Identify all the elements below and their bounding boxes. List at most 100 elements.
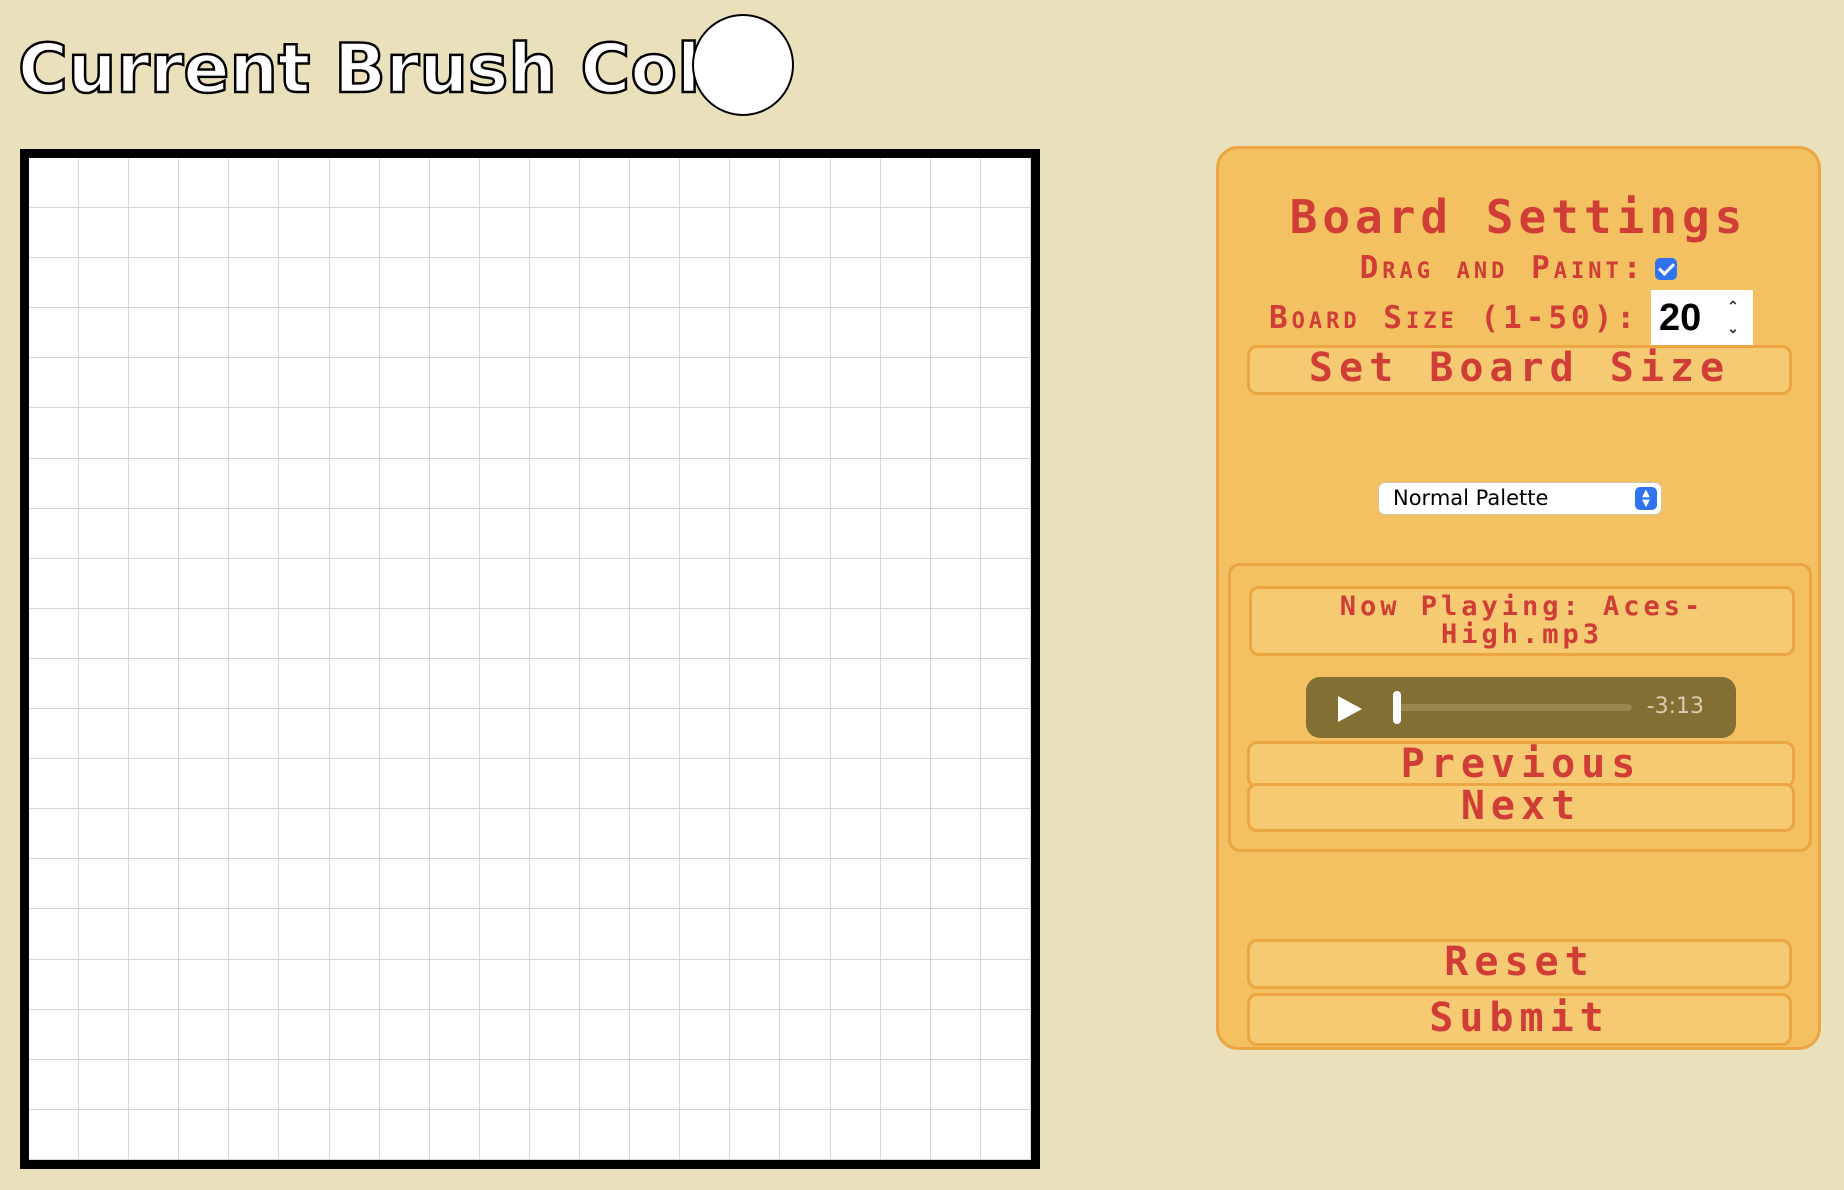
board-cell[interactable]: [229, 759, 280, 810]
board-cell[interactable]: [830, 658, 881, 710]
board-cell[interactable]: [780, 1059, 831, 1110]
drag-and-paint-checkbox[interactable]: [1655, 258, 1678, 280]
board-cell[interactable]: [129, 909, 180, 960]
board-cell[interactable]: [79, 158, 130, 209]
board-cell[interactable]: [680, 558, 731, 609]
board-cell[interactable]: [429, 408, 480, 459]
board-cell[interactable]: [580, 658, 631, 710]
board-cell[interactable]: [880, 1109, 931, 1160]
board-cell[interactable]: [279, 258, 330, 309]
board-cell[interactable]: [529, 408, 581, 459]
board-cell[interactable]: [279, 158, 330, 209]
board-cell[interactable]: [229, 1009, 280, 1060]
board-cell[interactable]: [630, 558, 681, 609]
board-cell[interactable]: [329, 809, 380, 860]
board-cell[interactable]: [329, 558, 380, 609]
board-cell[interactable]: [680, 658, 731, 710]
board-cell[interactable]: [930, 458, 981, 509]
board-cell[interactable]: [479, 709, 530, 760]
board-cell[interactable]: [179, 859, 230, 910]
board-cell[interactable]: [980, 909, 1031, 960]
board-cell[interactable]: [229, 1059, 280, 1110]
board-cell[interactable]: [880, 1009, 931, 1060]
board-cell[interactable]: [529, 308, 581, 359]
board-cell[interactable]: [930, 909, 981, 960]
board-cell[interactable]: [730, 158, 781, 209]
board-cell[interactable]: [580, 258, 631, 309]
board-cell[interactable]: [29, 608, 80, 659]
board-size-input[interactable]: 20 ⌃ ⌄: [1651, 290, 1754, 346]
board-cell[interactable]: [880, 759, 931, 810]
audio-seek-track[interactable]: [1394, 704, 1632, 711]
board-cell[interactable]: [580, 859, 631, 910]
board-cell[interactable]: [429, 308, 480, 359]
board-cell[interactable]: [930, 158, 981, 209]
board-cell[interactable]: [680, 258, 731, 309]
board-cell[interactable]: [830, 258, 881, 309]
board-cell[interactable]: [930, 508, 981, 559]
board-cell[interactable]: [930, 558, 981, 609]
board-cell[interactable]: [29, 508, 80, 559]
board-cell[interactable]: [580, 608, 631, 659]
board-cell[interactable]: [730, 558, 781, 609]
board-cell[interactable]: [980, 608, 1031, 659]
board-cell[interactable]: [129, 658, 180, 710]
board-cell[interactable]: [379, 1059, 430, 1110]
board-cell[interactable]: [379, 508, 430, 559]
board-cell[interactable]: [730, 658, 781, 710]
board-cell[interactable]: [179, 158, 230, 209]
board-cell[interactable]: [279, 859, 330, 910]
board-cell[interactable]: [179, 358, 230, 409]
board-cell[interactable]: [179, 959, 230, 1010]
board-cell[interactable]: [730, 1009, 781, 1060]
board-cell[interactable]: [279, 408, 330, 459]
board-cell[interactable]: [179, 608, 230, 659]
board-cell[interactable]: [780, 658, 831, 710]
board-cell[interactable]: [279, 909, 330, 960]
board-cell[interactable]: [79, 759, 130, 810]
board-cell[interactable]: [379, 658, 430, 710]
board-cell[interactable]: [630, 308, 681, 359]
board-cell[interactable]: [980, 458, 1031, 509]
board-cell[interactable]: [429, 909, 480, 960]
paint-board[interactable]: [20, 149, 1040, 1169]
board-cell[interactable]: [429, 1059, 480, 1110]
board-cell[interactable]: [580, 358, 631, 409]
board-cell[interactable]: [179, 208, 230, 259]
board-cell[interactable]: [379, 859, 430, 910]
board-cell[interactable]: [680, 909, 731, 960]
board-cell[interactable]: [279, 508, 330, 559]
board-cell[interactable]: [780, 558, 831, 609]
board-cell[interactable]: [880, 608, 931, 659]
board-cell[interactable]: [830, 709, 881, 760]
board-cell[interactable]: [379, 809, 430, 860]
board-cell[interactable]: [479, 458, 530, 509]
board-cell[interactable]: [479, 959, 530, 1010]
board-cell[interactable]: [379, 208, 430, 259]
board-cell[interactable]: [580, 208, 631, 259]
board-cell[interactable]: [880, 358, 931, 409]
board-cell[interactable]: [229, 158, 280, 209]
board-cell[interactable]: [580, 458, 631, 509]
board-cell[interactable]: [529, 608, 581, 659]
board-cell[interactable]: [930, 408, 981, 459]
board-cell[interactable]: [580, 308, 631, 359]
board-cell[interactable]: [229, 909, 280, 960]
board-cell[interactable]: [630, 959, 681, 1010]
board-cell[interactable]: [730, 1059, 781, 1110]
board-cell[interactable]: [229, 408, 280, 459]
board-cell[interactable]: [580, 759, 631, 810]
board-cell[interactable]: [529, 909, 581, 960]
board-cell[interactable]: [229, 1109, 280, 1160]
submit-button[interactable]: Submit: [1247, 993, 1792, 1046]
board-cell[interactable]: [329, 1009, 380, 1060]
board-cell[interactable]: [179, 1009, 230, 1060]
board-cell[interactable]: [780, 909, 831, 960]
board-cell[interactable]: [680, 208, 731, 259]
previous-track-button[interactable]: Previous: [1247, 741, 1795, 788]
board-cell[interactable]: [630, 759, 681, 810]
board-cell[interactable]: [379, 408, 430, 459]
board-cell[interactable]: [980, 1009, 1031, 1060]
board-cell[interactable]: [279, 458, 330, 509]
board-cell[interactable]: [329, 308, 380, 359]
